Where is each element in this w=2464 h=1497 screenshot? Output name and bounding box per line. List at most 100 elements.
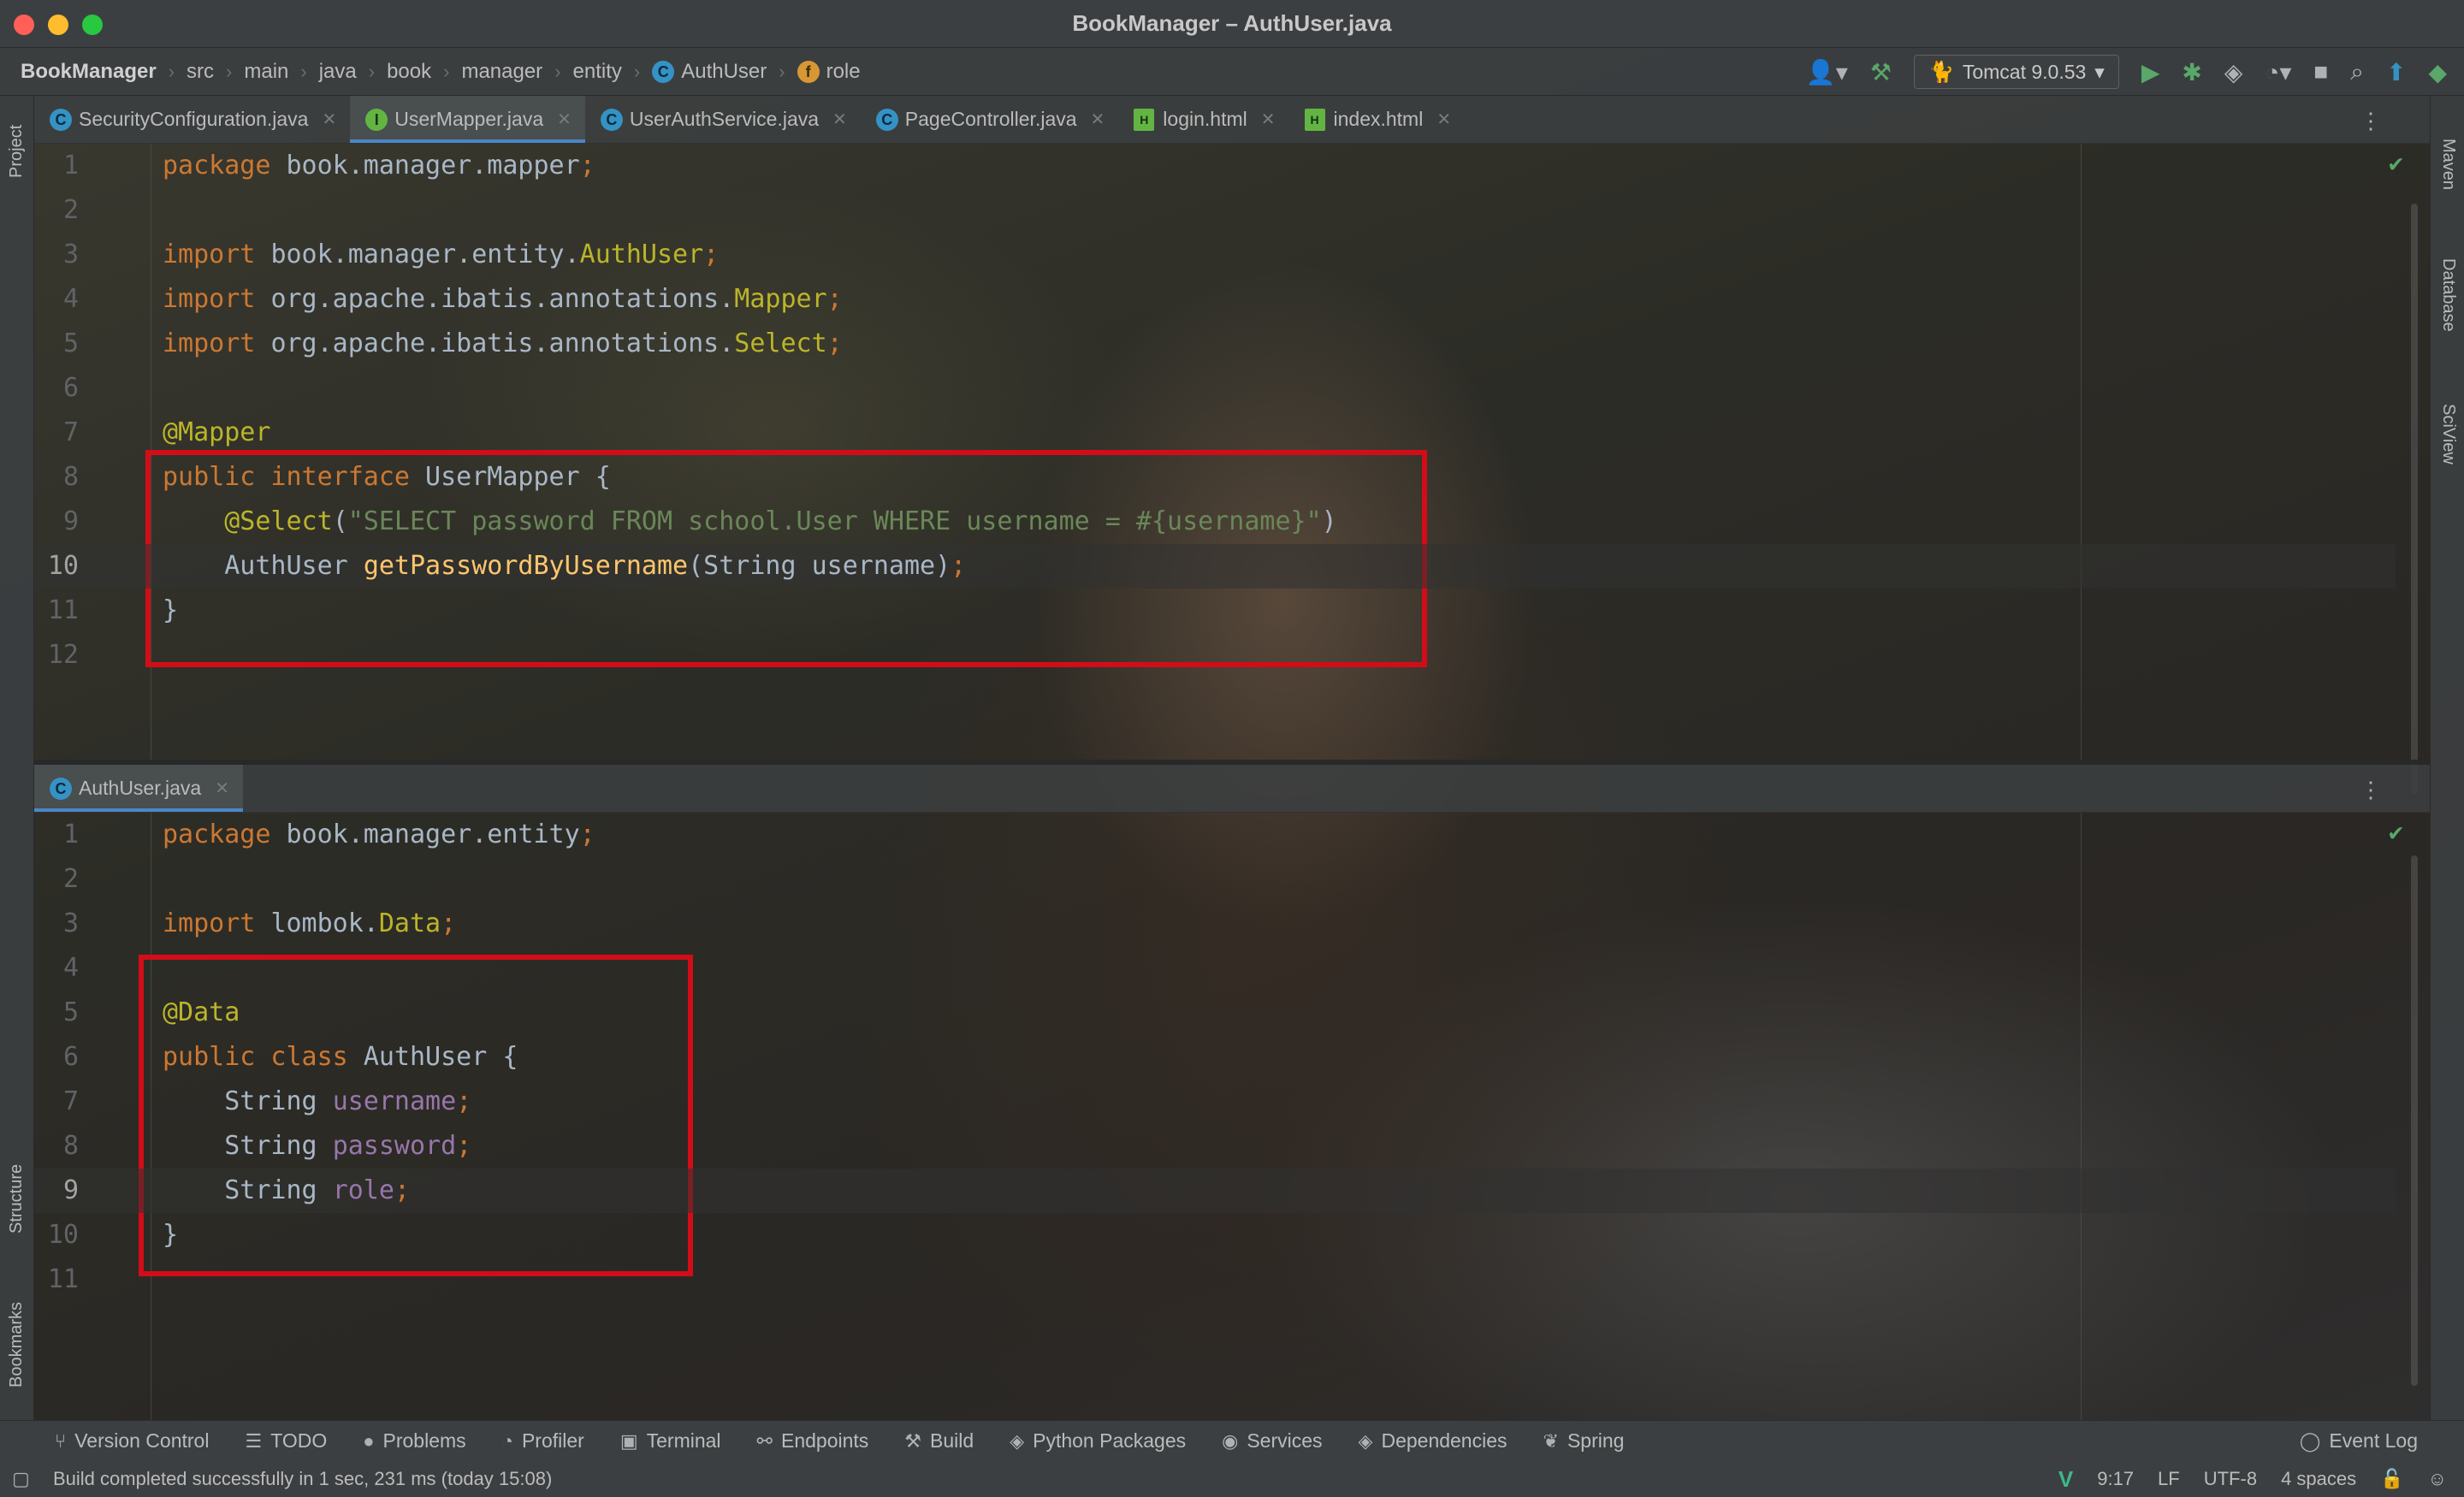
line-number[interactable]: 8 bbox=[34, 1124, 79, 1169]
breadcrumb-book[interactable]: book bbox=[387, 60, 431, 84]
tab-page-controller[interactable]: C PageController.java ✕ bbox=[861, 96, 1119, 143]
line-number[interactable]: 7 bbox=[34, 1080, 79, 1124]
code-editor-bottom[interactable]: ✔ 1 package book.manager.entity; 2 3 import … bbox=[34, 813, 2430, 1420]
line-number[interactable]: 10 bbox=[34, 544, 79, 589]
line-number[interactable]: 9 bbox=[34, 500, 79, 544]
build-tool-button[interactable]: ⚒ Build bbox=[904, 1429, 974, 1453]
code-line[interactable]: 2 bbox=[34, 188, 2396, 233]
code-line[interactable]: 1 package book.manager.mapper; bbox=[34, 144, 2396, 188]
spring-tool-button[interactable]: ❦ Spring bbox=[1543, 1429, 1625, 1453]
line-number[interactable]: 12 bbox=[34, 633, 79, 677]
breadcrumb-main[interactable]: main bbox=[244, 60, 288, 84]
code-line[interactable]: 7 String username; bbox=[34, 1080, 2396, 1124]
more-options-icon[interactable]: ⋮ bbox=[2360, 108, 2382, 134]
tab-index-html[interactable]: H index.html ✕ bbox=[1289, 96, 1466, 143]
code-line[interactable]: 6 public class AuthUser { bbox=[34, 1035, 2396, 1080]
code-line[interactable]: 9 @Select("SELECT password FROM school.U… bbox=[34, 500, 2396, 544]
line-number[interactable]: 10 bbox=[34, 1213, 79, 1257]
debug-icon[interactable]: ✱ bbox=[2182, 58, 2201, 86]
editor-scrollbar[interactable] bbox=[2411, 855, 2418, 1386]
line-number[interactable]: 2 bbox=[34, 188, 79, 233]
database-panel-button[interactable]: Database bbox=[2438, 258, 2458, 332]
close-icon[interactable]: ✕ bbox=[215, 778, 229, 799]
code-line[interactable]: 10 AuthUser getPasswordByUsername(String… bbox=[34, 544, 2396, 589]
breadcrumb-field[interactable]: f role bbox=[797, 60, 861, 84]
line-number[interactable]: 4 bbox=[34, 277, 79, 322]
breadcrumb-entity[interactable]: entity bbox=[573, 60, 622, 84]
tab-user-mapper[interactable]: I UserMapper.java ✕ bbox=[350, 96, 585, 143]
dependencies-tool-button[interactable]: ◈ Dependencies bbox=[1359, 1429, 1507, 1453]
breadcrumb-src[interactable]: src bbox=[187, 60, 214, 84]
inspector-icon[interactable]: ☺ bbox=[2428, 1468, 2447, 1490]
line-number[interactable]: 6 bbox=[34, 1035, 79, 1080]
profiler-tool-button[interactable]: ◔ Profiler bbox=[502, 1429, 584, 1453]
endpoints-tool-button[interactable]: ⚯ Endpoints bbox=[757, 1429, 869, 1453]
problems-tool-button[interactable]: ● Problems bbox=[363, 1429, 465, 1453]
line-number[interactable]: 3 bbox=[34, 233, 79, 277]
code-line[interactable]: 11} bbox=[34, 589, 2396, 633]
run-icon[interactable]: ▶ bbox=[2141, 58, 2160, 86]
line-number[interactable]: 1 bbox=[34, 813, 79, 857]
python-packages-tool-button[interactable]: ◈ Python Packages bbox=[1010, 1429, 1186, 1453]
status-message[interactable]: Build completed successfully in 1 sec, 2… bbox=[53, 1468, 552, 1490]
search-icon[interactable]: ⌕ bbox=[2350, 58, 2364, 86]
code-line[interactable]: 12 bbox=[34, 633, 2396, 677]
line-number[interactable]: 9 bbox=[34, 1169, 79, 1213]
line-number[interactable]: 2 bbox=[34, 857, 79, 902]
code-line[interactable]: 9 String role; bbox=[34, 1169, 2396, 1213]
line-number[interactable]: 7 bbox=[34, 411, 79, 455]
coverage-icon[interactable]: ◈ bbox=[2224, 58, 2243, 86]
editor-scrollbar[interactable] bbox=[2411, 204, 2418, 794]
code-line[interactable]: 5 import org.apache.ibatis.annotations.Se… bbox=[34, 322, 2396, 366]
event-log-tool-button[interactable]: ◯ Event Log bbox=[2300, 1429, 2418, 1453]
caret-position[interactable]: 9:17 bbox=[2097, 1468, 2134, 1490]
code-line[interactable]: 3 import lombok.Data; bbox=[34, 902, 2396, 946]
maven-panel-button[interactable]: Maven bbox=[2438, 139, 2458, 190]
close-icon[interactable]: ✕ bbox=[322, 109, 336, 130]
profile-icon[interactable]: ◔▾ bbox=[2265, 58, 2291, 86]
lock-icon[interactable]: 🔓 bbox=[2380, 1468, 2403, 1490]
more-options-icon[interactable]: ⋮ bbox=[2360, 777, 2382, 803]
breadcrumb-class[interactable]: C AuthUser bbox=[652, 60, 767, 84]
build-hammer-icon[interactable]: ⚒ bbox=[1870, 58, 1892, 86]
breadcrumb-manager[interactable]: manager bbox=[461, 60, 542, 84]
close-icon[interactable]: ✕ bbox=[832, 109, 847, 130]
run-configuration-selector[interactable]: 🐈 Tomcat 9.0.53 ▾ bbox=[1913, 55, 2119, 89]
file-encoding[interactable]: UTF-8 bbox=[2204, 1468, 2257, 1490]
bookmarks-panel-button[interactable]: Bookmarks bbox=[7, 1302, 27, 1388]
tab-security-configuration[interactable]: C SecurityConfiguration.java ✕ bbox=[34, 96, 350, 143]
line-number[interactable]: 3 bbox=[34, 902, 79, 946]
line-separator[interactable]: LF bbox=[2158, 1468, 2180, 1490]
plugin-icon[interactable]: ◆ bbox=[2428, 58, 2447, 86]
code-line[interactable]: 8 public interface UserMapper { bbox=[34, 455, 2396, 500]
line-number[interactable]: 4 bbox=[34, 946, 79, 991]
project-panel-button[interactable]: Project bbox=[7, 125, 27, 178]
line-number[interactable]: 8 bbox=[34, 455, 79, 500]
terminal-tool-button[interactable]: ▣ Terminal bbox=[620, 1429, 721, 1453]
toggle-tool-windows-icon[interactable]: ▢ bbox=[12, 1468, 30, 1490]
line-number[interactable]: 1 bbox=[34, 144, 79, 188]
structure-panel-button[interactable]: Structure bbox=[7, 1164, 27, 1234]
code-line[interactable]: 10} bbox=[34, 1213, 2396, 1257]
code-line[interactable]: 5 @Data bbox=[34, 991, 2396, 1035]
services-tool-button[interactable]: ◉ Services bbox=[1222, 1429, 1322, 1453]
line-number[interactable]: 5 bbox=[34, 322, 79, 366]
line-number[interactable]: 6 bbox=[34, 366, 79, 411]
todo-tool-button[interactable]: ☰ TODO bbox=[245, 1429, 327, 1453]
code-line[interactable]: 4 bbox=[34, 946, 2396, 991]
line-number[interactable]: 5 bbox=[34, 991, 79, 1035]
code-editor-top[interactable]: ✔ 1 package book.manager.mapper; 2 3 import … bbox=[34, 144, 2430, 794]
code-line[interactable]: 6 bbox=[34, 366, 2396, 411]
code-line[interactable]: 3 import book.manager.entity.AuthUser; bbox=[34, 233, 2396, 277]
close-icon[interactable]: ✕ bbox=[1261, 109, 1276, 130]
close-icon[interactable]: ✕ bbox=[1436, 109, 1451, 130]
code-line[interactable]: 2 bbox=[34, 857, 2396, 902]
stop-icon[interactable]: ■ bbox=[2313, 58, 2328, 86]
tab-login-html[interactable]: H login.html ✕ bbox=[1118, 96, 1288, 143]
sciview-panel-button[interactable]: SciView bbox=[2438, 404, 2458, 464]
indent-setting[interactable]: 4 spaces bbox=[2281, 1468, 2356, 1490]
breadcrumb-java[interactable]: java bbox=[319, 60, 357, 84]
close-icon[interactable]: ✕ bbox=[557, 109, 572, 130]
code-line[interactable]: 1 package book.manager.entity; bbox=[34, 813, 2396, 857]
version-control-tool-button[interactable]: ⑂ Version Control bbox=[55, 1429, 209, 1453]
